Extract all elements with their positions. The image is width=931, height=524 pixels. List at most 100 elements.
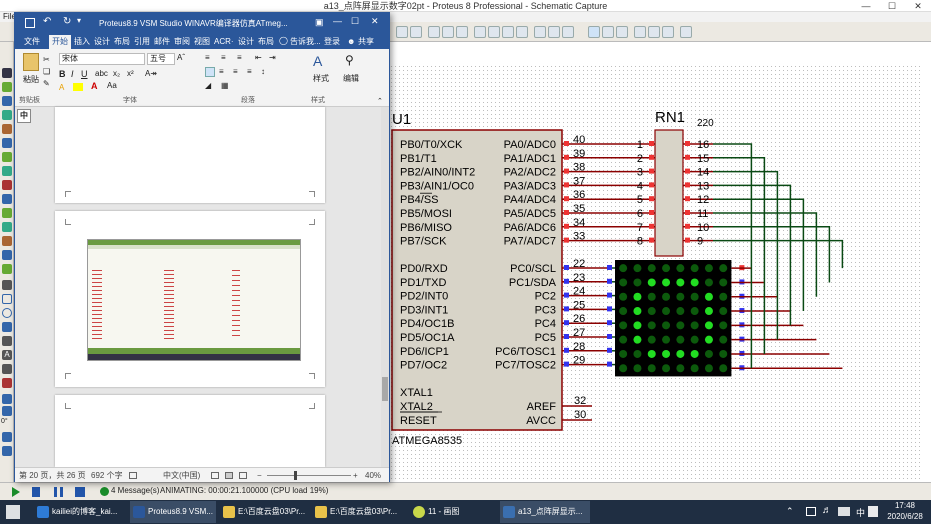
- editing-button-label[interactable]: 编辑: [343, 73, 359, 84]
- schematic-canvas[interactable]: U1 ATMEGA8535 PB0/T0/XCK PB1/T1 PB2/AIN0/INT…: [387, 42, 931, 482]
- bill-of-materials-icon[interactable]: [680, 26, 692, 38]
- underline-icon[interactable]: U: [81, 69, 88, 79]
- tab-references[interactable]: 引用: [131, 35, 153, 49]
- taskbar-item-word[interactable]: Proteus8.9 VSM...: [130, 501, 216, 523]
- clock-time[interactable]: 17:48: [888, 501, 922, 510]
- tray-expand-icon[interactable]: ⌃: [786, 506, 794, 517]
- minimize-button[interactable]: —: [853, 0, 879, 12]
- line-mode-icon[interactable]: [2, 280, 12, 290]
- redo-icon[interactable]: ↻: [63, 16, 71, 27]
- zoom-slider-thumb[interactable]: [294, 471, 297, 480]
- network-icon[interactable]: [806, 507, 816, 516]
- increase-indent-icon[interactable]: ⇥: [269, 53, 276, 62]
- tab-insert[interactable]: 插入: [71, 35, 93, 49]
- clear-format-icon[interactable]: A↠: [145, 69, 157, 78]
- taskbar-item-browser[interactable]: kailiei的博客_kai...: [34, 501, 126, 523]
- proofing-icon[interactable]: [129, 472, 137, 479]
- rotate-clockwise-icon[interactable]: [2, 394, 12, 404]
- superscript-icon[interactable]: x²: [127, 69, 134, 78]
- wire-label-mode-icon[interactable]: [2, 110, 12, 120]
- selection-mode-icon[interactable]: [2, 68, 12, 78]
- text-mode-icon[interactable]: A: [2, 350, 12, 360]
- rotation-angle[interactable]: 0°: [1, 418, 8, 425]
- remove-sheet-icon[interactable]: [648, 26, 660, 38]
- block-copy-icon[interactable]: [474, 26, 486, 38]
- zoom-out-icon[interactable]: −: [257, 468, 262, 483]
- redo-icon[interactable]: [410, 26, 422, 38]
- cut-icon[interactable]: [428, 26, 440, 38]
- taskbar-item-explorer-1[interactable]: E:\百度云盘03\Pr...: [220, 501, 306, 523]
- copy-icon[interactable]: [442, 26, 454, 38]
- word-close-button[interactable]: ✕: [371, 16, 379, 27]
- shading-icon[interactable]: ◢: [205, 81, 211, 90]
- decrease-indent-icon[interactable]: ⇤: [255, 53, 262, 62]
- page-indicator[interactable]: 第 20 页，共 26 页: [19, 468, 86, 483]
- device-pins-mode-icon[interactable]: [2, 180, 12, 190]
- tell-me-search[interactable]: 告诉我...: [287, 35, 324, 49]
- save-icon[interactable]: [25, 18, 35, 28]
- taskbar-item-proteus[interactable]: a13_点阵屏显示...: [500, 501, 590, 523]
- copy-icon[interactable]: ❏: [43, 67, 50, 76]
- arc-mode-icon[interactable]: [2, 322, 12, 332]
- change-case-icon[interactable]: Aa: [107, 81, 117, 90]
- taskbar-item-paint[interactable]: 11 - 画图: [410, 501, 494, 523]
- component-mode-icon[interactable]: [2, 82, 12, 92]
- read-mode-icon[interactable]: [211, 472, 219, 479]
- ime-indicator[interactable]: 中: [17, 109, 31, 123]
- marker-mode-icon[interactable]: [2, 378, 12, 388]
- close-button[interactable]: ✕: [905, 0, 931, 12]
- clock-date[interactable]: 2020/6/28: [882, 512, 928, 521]
- symbol-mode-icon[interactable]: [2, 364, 12, 374]
- pick-device-icon[interactable]: [534, 26, 546, 38]
- tab-acrobat[interactable]: ACR·: [211, 35, 237, 49]
- tab-view[interactable]: 视图: [191, 35, 213, 49]
- collapse-ribbon-icon[interactable]: ⌃: [377, 97, 383, 105]
- box-mode-icon[interactable]: [2, 294, 12, 304]
- graph-mode-icon[interactable]: [2, 194, 12, 204]
- customize-qat-icon[interactable]: ▾: [77, 16, 81, 25]
- tab-review[interactable]: 审阅: [171, 35, 193, 49]
- paste-icon[interactable]: [23, 53, 39, 71]
- exit-parent-icon[interactable]: [662, 26, 674, 38]
- ribbon-display-icon[interactable]: ▣: [315, 17, 324, 28]
- tab-mailings[interactable]: 邮件: [151, 35, 173, 49]
- format-painter-icon[interactable]: ✎: [43, 79, 50, 88]
- web-layout-icon[interactable]: [239, 472, 247, 479]
- buses-mode-icon[interactable]: [2, 138, 12, 148]
- bold-icon[interactable]: B: [59, 69, 66, 79]
- terminals-mode-icon[interactable]: [2, 166, 12, 176]
- mirror-y-icon[interactable]: [2, 446, 12, 456]
- junction-mode-icon[interactable]: [2, 96, 12, 106]
- italic-icon[interactable]: I: [71, 69, 74, 79]
- subcircuit-mode-icon[interactable]: [2, 152, 12, 162]
- vertical-scrollbar[interactable]: [381, 107, 389, 467]
- word-document-area[interactable]: 中: [15, 107, 389, 467]
- paste-icon[interactable]: [456, 26, 468, 38]
- scrollbar-thumb[interactable]: [382, 377, 388, 401]
- justify-icon[interactable]: ≡: [247, 67, 252, 76]
- borders-icon[interactable]: ▦: [221, 81, 229, 90]
- tab-file[interactable]: 文件: [21, 35, 43, 49]
- styles-button-label[interactable]: 样式: [313, 73, 329, 84]
- new-sheet-icon[interactable]: [634, 26, 646, 38]
- search-tag-icon[interactable]: [602, 26, 614, 38]
- voltage-probe-mode-icon[interactable]: [2, 236, 12, 246]
- make-device-icon[interactable]: [548, 26, 560, 38]
- undo-icon[interactable]: ↶: [43, 16, 51, 27]
- stop-icon[interactable]: [75, 487, 85, 497]
- sign-in-link[interactable]: 登录: [321, 35, 343, 49]
- bullets-icon[interactable]: ≡: [205, 53, 210, 62]
- text-script-mode-icon[interactable]: [2, 124, 12, 134]
- share-button[interactable]: 共享: [355, 35, 377, 49]
- zoom-in-icon[interactable]: +: [353, 468, 358, 483]
- multilevel-list-icon[interactable]: ≡: [237, 53, 242, 62]
- find-icon[interactable]: ⚲: [345, 53, 354, 67]
- cut-icon[interactable]: ✂: [43, 55, 50, 64]
- grow-font-icon[interactable]: Aˆ: [177, 53, 185, 62]
- styles-icon[interactable]: A: [313, 53, 322, 69]
- generator-mode-icon[interactable]: [2, 222, 12, 232]
- numbering-icon[interactable]: ≡: [221, 53, 226, 62]
- wire-autorouter-icon[interactable]: [588, 26, 600, 38]
- property-assign-icon[interactable]: [616, 26, 628, 38]
- block-rotate-icon[interactable]: [502, 26, 514, 38]
